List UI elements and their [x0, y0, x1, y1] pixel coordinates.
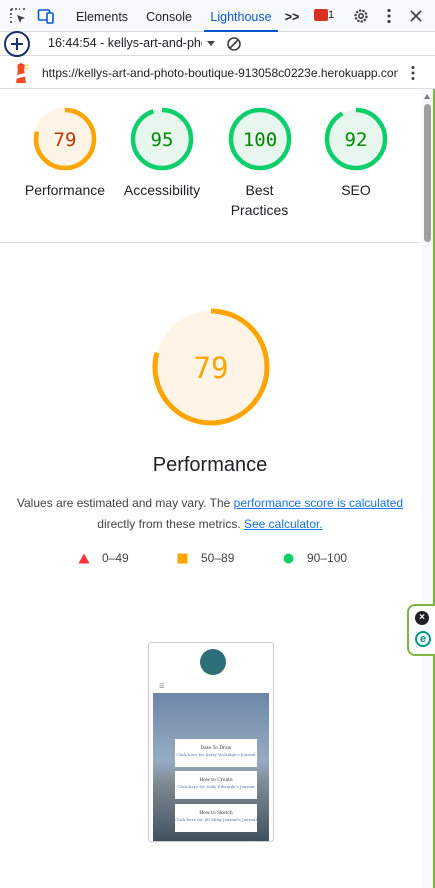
accessibility-score: 95	[151, 129, 174, 151]
lighthouse-report: 79 Performance 95 Accessibility 100 Best…	[0, 89, 420, 888]
thumbnail-card: How to Create Click here for Sally Edwar…	[175, 771, 257, 799]
fail-triangle-icon	[78, 553, 90, 564]
gauge-label-performance: Performance	[24, 182, 106, 198]
seo-score: 92	[345, 129, 368, 151]
gauge-accessibility[interactable]: 95 Accessibility	[114, 107, 210, 200]
close-devtools-icon[interactable]	[407, 7, 425, 25]
desc-text-1: Values are estimated and may vary. The	[16, 496, 234, 510]
tab-console[interactable]: Console	[140, 0, 198, 32]
accessibility-gauge-icon: 95	[130, 107, 194, 171]
scroll-up-arrow-icon[interactable]	[424, 94, 430, 99]
extension-e-icon[interactable]: e	[415, 631, 431, 647]
new-report-plus-icon[interactable]	[4, 31, 30, 57]
audited-url-bar: https://kellys-art-and-photo-boutique-91…	[0, 57, 435, 89]
thumbnail-card: How to Sketch Click here for Jill Ming J…	[175, 804, 257, 832]
lighthouse-logo-icon	[16, 63, 30, 83]
report-toolbar: 16:44:54 - kellys-art-and-photo	[0, 31, 435, 57]
issues-count[interactable]: 1	[328, 9, 334, 21]
final-screenshot-thumbnail[interactable]: ☰ Date To Draw Click here for Kerry Wolr…	[148, 642, 274, 842]
performance-large-score: 79	[194, 351, 229, 385]
hero-image: Date To Draw Click here for Kerry Wolrid…	[153, 693, 269, 841]
desc-text-2: directly from these metrics.	[97, 517, 244, 531]
legend-fail-range: 0–49	[102, 551, 129, 565]
performance-section-title: Performance	[152, 454, 268, 476]
gauge-performance[interactable]: 79 Performance	[17, 107, 113, 200]
score-calculated-link[interactable]: performance score is calculated	[234, 496, 403, 510]
customize-menu-icon[interactable]	[380, 7, 398, 25]
thumbnail-card-subtitle: Click here for Jill Ming Journal's Journ…	[175, 817, 257, 822]
performance-score: 79	[54, 129, 77, 151]
gauge-label-seo: SEO	[341, 182, 371, 198]
seo-gauge-icon: 92	[324, 107, 388, 171]
thumbnail-card: Date To Draw Click here for Kerry Wolrid…	[175, 739, 257, 767]
report-menu-icon[interactable]	[408, 65, 418, 81]
audited-url: https://kellys-art-and-photo-boutique-91…	[42, 66, 398, 80]
performance-large-gauge: 79	[152, 308, 270, 426]
close-widget-icon[interactable]: ×	[415, 611, 429, 625]
settings-gear-icon[interactable]	[352, 7, 370, 25]
more-tabs-button[interactable]: >>	[282, 0, 302, 32]
gauge-label-accessibility: Accessibility	[123, 182, 201, 198]
see-calculator-link[interactable]: See calculator.	[244, 517, 323, 531]
best-practices-score: 100	[242, 129, 276, 151]
chevron-down-icon[interactable]	[207, 41, 215, 46]
legend-pass-range: 90–100	[307, 551, 348, 565]
thumbnail-card-title: How to Create	[199, 778, 233, 783]
side-extension-widget: × e	[407, 604, 435, 656]
thumbnail-card-subtitle: Click here for Kerry Wolridge's Journal	[176, 752, 256, 757]
average-square-icon	[177, 553, 188, 564]
devtools-tab-bar: Elements Console Lighthouse >> 1	[0, 0, 435, 32]
pass-circle-icon	[283, 553, 294, 564]
gauge-best-practices[interactable]: 100 Best Practices	[211, 107, 308, 220]
best-practices-gauge-icon: 100	[228, 107, 291, 171]
report-selector[interactable]: 16:44:54 - kellys-art-and-photo	[48, 36, 202, 50]
thumbnail-card-title: Date To Draw	[200, 746, 232, 751]
gauge-label-best-practices: Best Practices	[230, 182, 289, 218]
scrollbar-thumb[interactable]	[424, 104, 431, 242]
tab-elements[interactable]: Elements	[68, 0, 136, 32]
hamburger-menu-icon: ☰	[159, 684, 165, 690]
performance-description: Values are estimated and may vary. The p…	[0, 493, 420, 535]
issues-badge-icon[interactable]	[314, 9, 328, 21]
device-toolbar-icon[interactable]	[37, 7, 55, 25]
legend-average-range: 50–89	[201, 551, 235, 565]
site-logo-icon	[200, 649, 226, 675]
thumbnail-card-title: How to Sketch	[199, 811, 233, 816]
score-gauges-summary: 79 Performance 95 Accessibility 100 Best…	[0, 89, 420, 243]
clear-reports-icon[interactable]	[226, 36, 242, 52]
inspect-element-icon[interactable]	[9, 7, 27, 25]
gauge-seo[interactable]: 92 SEO	[308, 107, 404, 200]
score-scale-legend: 0–49 50–89 90–100	[0, 551, 420, 567]
thumbnail-card-subtitle: Click here for Sally Edwards's Journal	[177, 784, 255, 789]
tab-lighthouse[interactable]: Lighthouse	[204, 0, 278, 32]
performance-gauge-icon: 79	[33, 107, 97, 171]
